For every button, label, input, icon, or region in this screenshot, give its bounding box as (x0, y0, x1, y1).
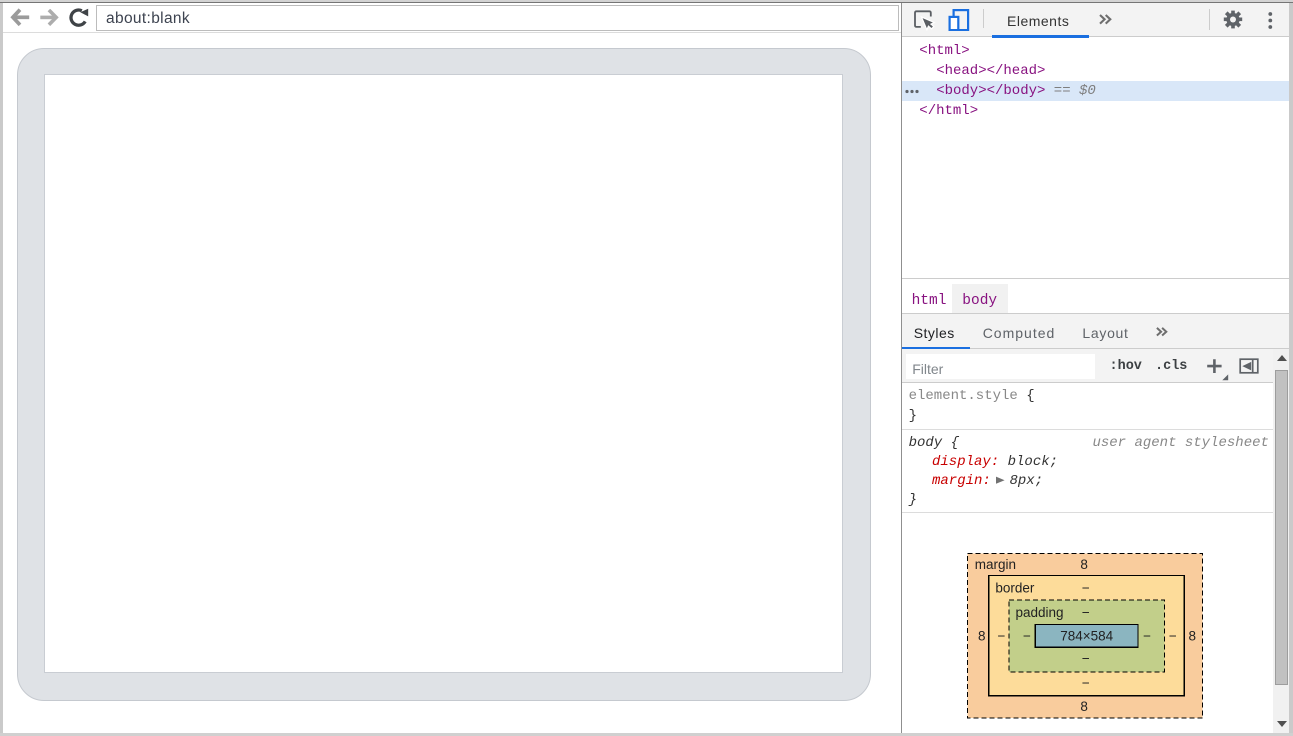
svg-text:−: − (1169, 629, 1177, 644)
svg-text:8: 8 (978, 629, 986, 644)
svg-text:−: − (997, 629, 1005, 644)
svg-text:−: − (1082, 605, 1090, 620)
svg-text:−: − (1082, 651, 1090, 666)
svg-text:−: − (1082, 676, 1090, 691)
svg-text:784×584: 784×584 (1060, 629, 1113, 644)
svg-text:−: − (1143, 629, 1151, 644)
svg-text:−: − (1023, 629, 1031, 644)
svg-text:margin: margin (975, 557, 1016, 572)
svg-text:8: 8 (1080, 699, 1088, 714)
svg-text:8: 8 (1189, 629, 1197, 644)
svg-text:8: 8 (1080, 557, 1088, 572)
svg-text:border: border (995, 581, 1035, 596)
svg-text:−: − (1082, 581, 1090, 596)
svg-text:padding: padding (1016, 605, 1064, 620)
